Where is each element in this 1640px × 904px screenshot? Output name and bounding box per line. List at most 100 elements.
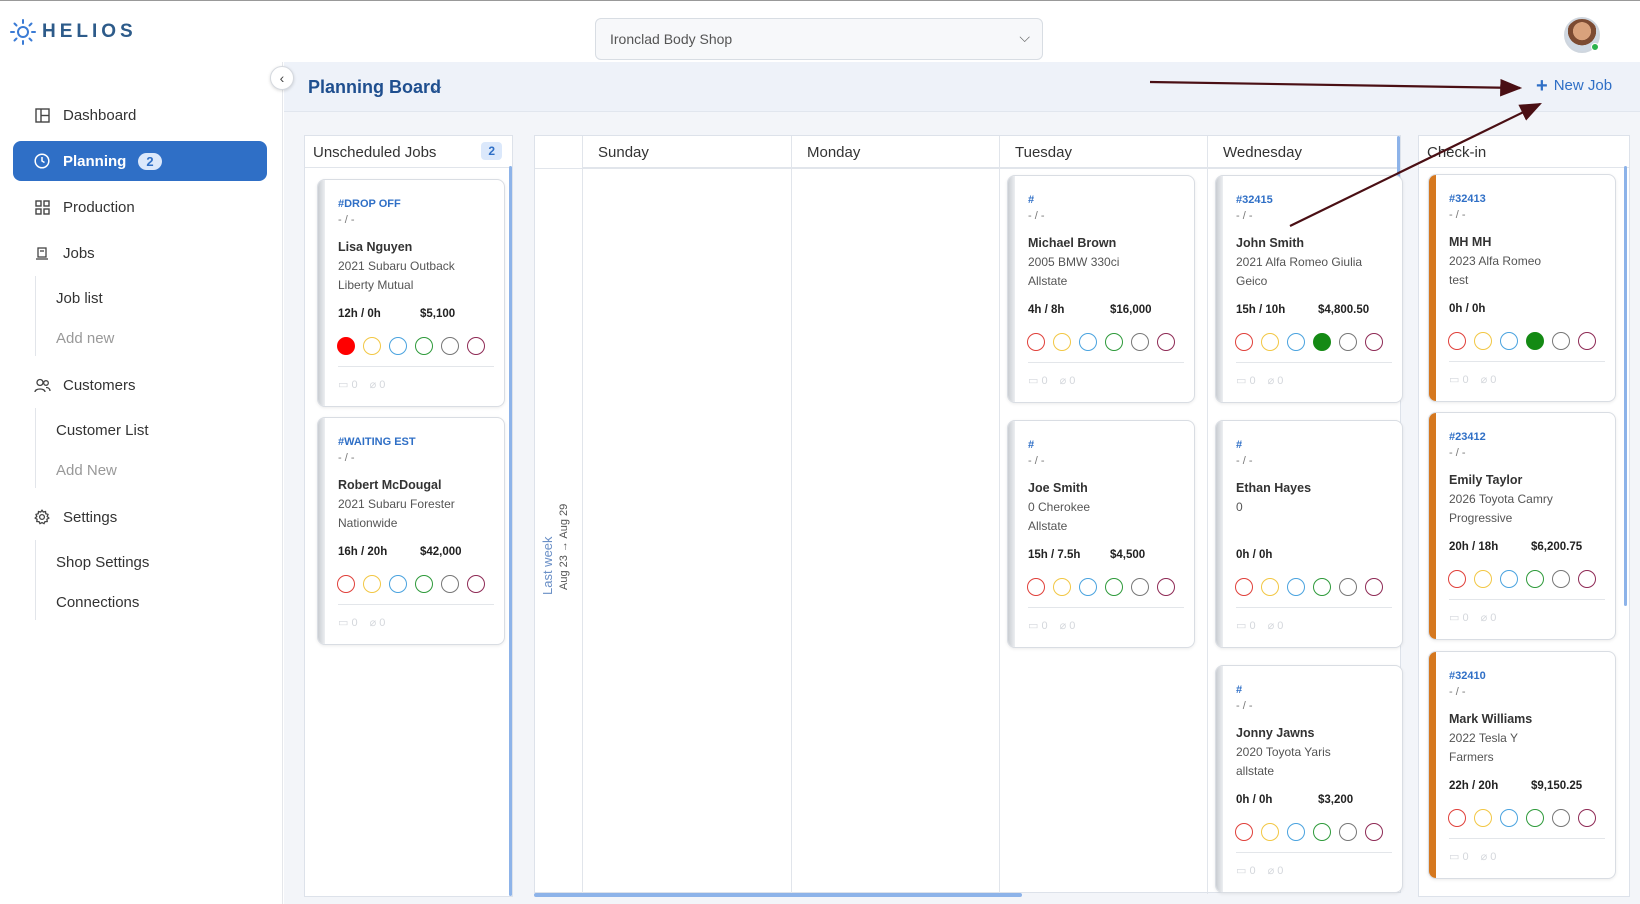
status-dot-yellow[interactable] [1474,809,1492,827]
repair-order-number[interactable]: #DROP OFF [338,198,401,210]
job-card[interactable]: #32415 - / - John Smith 2021 Alfa Romeo Giu… [1215,175,1403,403]
sidebar-item-customers[interactable]: Customers [13,365,267,405]
job-card[interactable]: #DROP OFF - / - Lisa Nguyen 2021 Subaru Out… [317,179,505,407]
status-dot-gray[interactable] [1131,578,1149,596]
status-dot-red[interactable] [1235,333,1253,351]
comment-icon[interactable]: ▭ 0 [1449,850,1469,863]
comment-icon[interactable]: ▭ 0 [1449,611,1469,624]
paperclip-icon[interactable]: ⌀ 0 [1268,864,1284,877]
status-dot-yellow[interactable] [1053,333,1071,351]
status-dot-purple[interactable] [1365,823,1383,841]
status-dot-blue[interactable] [389,337,407,355]
job-card[interactable]: #32410 - / - Mark Williams 2022 Tesla Y Farm… [1428,651,1616,879]
comment-icon[interactable]: ▭ 0 [338,616,358,629]
sidebar-item-settings[interactable]: Settings [13,497,267,537]
status-dot-gray[interactable] [1552,570,1570,588]
repair-order-number[interactable]: #32410 [1449,670,1486,682]
helios-logo[interactable]: HELIOS [10,19,137,45]
sidebar-sub-connections[interactable]: Connections [56,594,139,611]
repair-order-number[interactable]: # [1028,439,1034,451]
shop-selector[interactable]: Ironclad Body Shop ⌵ [595,18,1043,60]
collapse-sidebar-button[interactable]: ‹ [270,66,294,90]
status-dot-green[interactable] [1526,570,1544,588]
comment-icon[interactable]: ▭ 0 [1236,864,1256,877]
job-card[interactable]: # - / - Joe Smith 0 Cherokee Allstate 15h / 7… [1007,420,1195,648]
job-card[interactable]: #23412 - / - Emily Taylor 2026 Toyota Camry… [1428,412,1616,640]
paperclip-icon[interactable]: ⌀ 0 [1060,619,1076,632]
comment-icon[interactable]: ▭ 0 [1236,619,1256,632]
paperclip-icon[interactable]: ⌀ 0 [1268,619,1284,632]
sidebar-item-production[interactable]: Production [13,187,267,227]
status-dot-purple[interactable] [1157,578,1175,596]
repair-order-number[interactable]: # [1236,684,1242,696]
comment-icon[interactable]: ▭ 0 [338,378,358,391]
comment-icon[interactable]: ▭ 0 [1449,373,1469,386]
status-dot-red[interactable] [1235,823,1253,841]
status-dot-purple[interactable] [1578,570,1596,588]
paperclip-icon[interactable]: ⌀ 0 [370,378,386,391]
status-dot-yellow[interactable] [1474,570,1492,588]
horizontal-scrollbar[interactable] [534,893,1022,897]
sidebar-item-jobs[interactable]: Jobs [13,233,267,273]
status-dot-green[interactable] [1313,823,1331,841]
job-card[interactable]: # - / - Michael Brown 2005 BMW 330ci Allstat… [1007,175,1195,403]
vertical-scrollbar[interactable] [1624,166,1627,606]
status-dot-gray[interactable] [1131,333,1149,351]
status-dot-gray[interactable] [1552,809,1570,827]
status-dot-green[interactable] [1105,578,1123,596]
status-dot-yellow[interactable] [1261,823,1279,841]
repair-order-number[interactable]: # [1236,439,1242,451]
status-dot-blue[interactable] [1079,333,1097,351]
status-dot-red[interactable] [1448,332,1466,350]
status-dot-red[interactable] [1235,578,1253,596]
status-dot-purple[interactable] [1157,333,1175,351]
sidebar-sub-customer-list[interactable]: Customer List [56,422,149,439]
status-dot-red[interactable] [1027,333,1045,351]
status-dot-green[interactable] [1313,578,1331,596]
status-dot-yellow[interactable] [1053,578,1071,596]
paperclip-icon[interactable]: ⌀ 0 [1481,373,1497,386]
status-dot-red[interactable] [1448,570,1466,588]
status-dot-blue[interactable] [1287,823,1305,841]
status-dot-yellow[interactable] [1261,578,1279,596]
sidebar-sub-customers-add-new[interactable]: Add New [56,462,117,479]
status-dot-blue[interactable] [1500,809,1518,827]
job-card[interactable]: # - / - Jonny Jawns 2020 Toyota Yaris allsta… [1215,665,1403,893]
repair-order-number[interactable]: # [1028,194,1034,206]
paperclip-icon[interactable]: ⌀ 0 [1060,374,1076,387]
status-dot-green[interactable] [1105,333,1123,351]
new-job-button[interactable]: + New Job [1536,76,1612,96]
status-dot-purple[interactable] [467,575,485,593]
status-dot-blue[interactable] [1500,332,1518,350]
paperclip-icon[interactable]: ⌀ 0 [1481,611,1497,624]
status-dot-gray[interactable] [1552,332,1570,350]
status-dot-gray[interactable] [1339,333,1357,351]
comment-icon[interactable]: ▭ 0 [1236,374,1256,387]
status-dot-yellow[interactable] [1474,332,1492,350]
chevron-down-icon[interactable]: ⌵ [431,79,442,96]
status-dot-red[interactable] [337,575,355,593]
sidebar-sub-shop-settings[interactable]: Shop Settings [56,554,149,571]
repair-order-number[interactable]: #32413 [1449,193,1486,205]
status-dot-green[interactable] [1313,333,1331,351]
status-dot-gray[interactable] [441,575,459,593]
vertical-scrollbar[interactable] [509,166,512,896]
status-dot-blue[interactable] [1287,578,1305,596]
status-dot-green[interactable] [1526,332,1544,350]
job-card[interactable]: #32413 - / - MH MH 2023 Alfa Romeo test 0h / … [1428,174,1616,402]
status-dot-yellow[interactable] [363,337,381,355]
status-dot-red[interactable] [1027,578,1045,596]
status-dot-blue[interactable] [1287,333,1305,351]
status-dot-gray[interactable] [441,337,459,355]
page-title[interactable]: Planning Board [308,77,441,98]
paperclip-icon[interactable]: ⌀ 0 [1268,374,1284,387]
repair-order-number[interactable]: #WAITING EST [338,436,416,448]
status-dot-purple[interactable] [1365,333,1383,351]
status-dot-blue[interactable] [1500,570,1518,588]
status-dot-yellow[interactable] [1261,333,1279,351]
job-card[interactable]: #WAITING EST - / - Robert McDougal 2021 Sub… [317,417,505,645]
sidebar-item-planning[interactable]: Planning 2 [13,141,267,181]
comment-icon[interactable]: ▭ 0 [1028,619,1048,632]
status-dot-purple[interactable] [1365,578,1383,596]
sidebar-sub-job-list[interactable]: Job list [56,290,103,307]
